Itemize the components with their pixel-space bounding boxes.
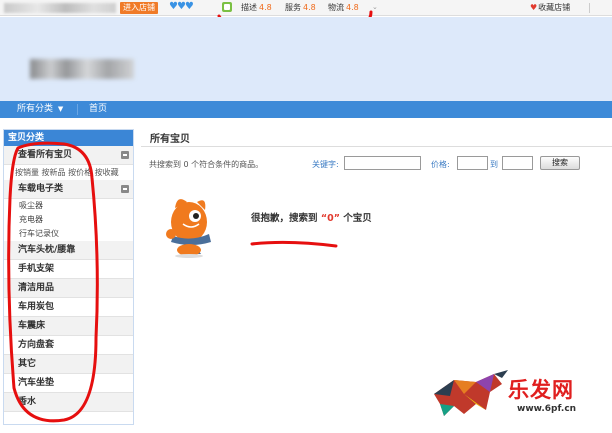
divider: [589, 3, 590, 13]
empty-result-suffix: 个宝贝: [339, 213, 372, 224]
red-annotation-outline: [7, 141, 99, 423]
caret-down-icon: ▼: [57, 105, 64, 113]
result-count: 共搜索到 0 个符合条件的商品。: [149, 160, 264, 169]
keyword-input[interactable]: [344, 156, 421, 170]
enter-shop-button[interactable]: 进入店铺: [120, 2, 158, 14]
credit-hearts-icon: ♥♥♥: [169, 1, 194, 12]
watermark-url: www.6pf.cn: [517, 404, 577, 414]
nav-all-categories-label: 所有分类: [17, 104, 54, 114]
empty-result-count: 0: [327, 213, 334, 224]
watermark-brand: 乐发网: [508, 377, 574, 402]
price-label: 价格:: [431, 160, 450, 169]
empty-result-message: 很抱歉，搜索到 “0” 个宝贝: [251, 210, 372, 224]
shop-banner: [0, 17, 612, 101]
empty-result-prefix: 很抱歉，搜索到: [251, 213, 321, 224]
heart-icon: ♥: [530, 3, 538, 12]
title-divider: [141, 146, 612, 147]
red-annotation-underline: [250, 240, 338, 248]
price-max-input[interactable]: [502, 156, 533, 170]
search-button[interactable]: 搜索: [540, 156, 580, 170]
shop-name-blurred[interactable]: [4, 3, 116, 13]
favorite-shop-label: 收藏店铺: [538, 3, 571, 12]
keyword-label: 关键字:: [312, 160, 339, 169]
mascot-icon: [166, 199, 211, 258]
page-title: 所有宝贝: [150, 134, 190, 145]
nav-all-categories[interactable]: 所有分类 ▼: [17, 101, 63, 118]
collapse-icon[interactable]: [121, 151, 129, 159]
collapse-icon[interactable]: [121, 185, 129, 193]
price-to-label: 到: [490, 160, 498, 169]
bull-logo-icon: [434, 370, 508, 416]
nav-home[interactable]: 首页: [89, 101, 107, 118]
nav-divider: [77, 104, 78, 115]
shop-nav-bar: 所有分类 ▼ 首页: [0, 101, 612, 118]
price-min-input[interactable]: [457, 156, 488, 170]
favorite-shop-button[interactable]: ♥收藏店铺: [530, 2, 570, 14]
shop-logo-blurred: [30, 59, 134, 79]
